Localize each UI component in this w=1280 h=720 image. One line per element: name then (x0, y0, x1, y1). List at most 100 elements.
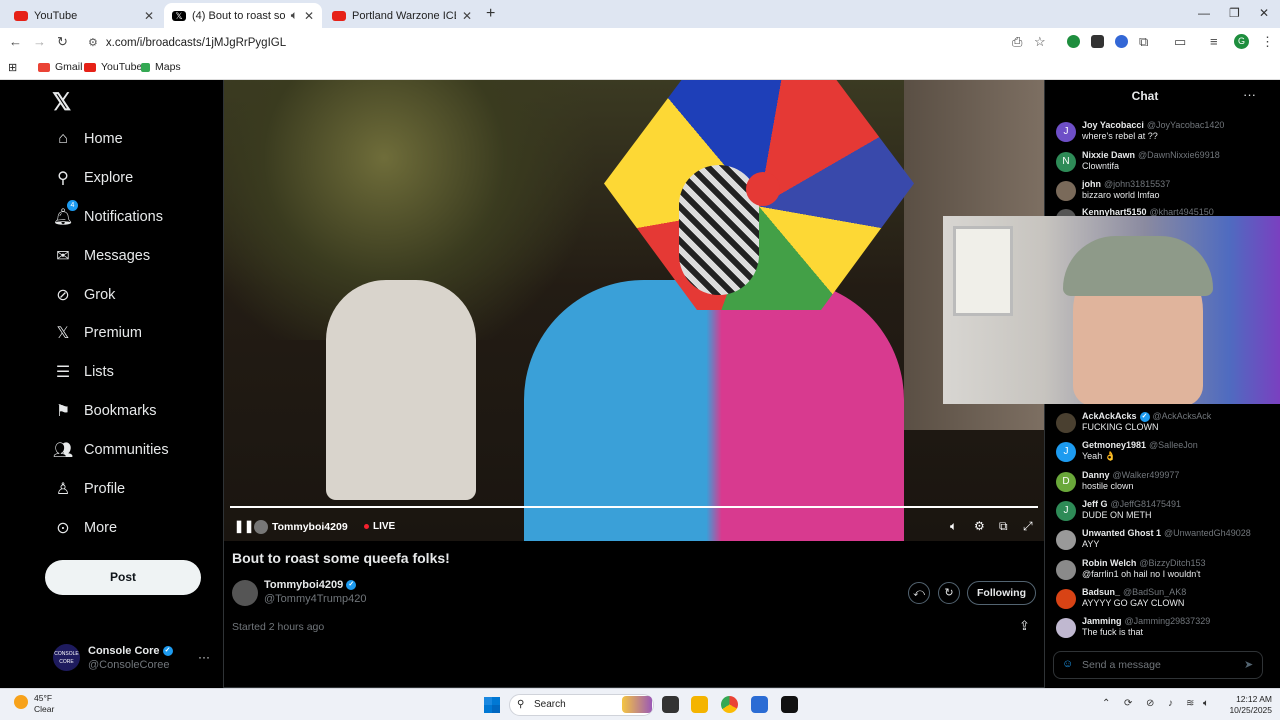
avatar[interactable]: J (1056, 442, 1076, 462)
tab-youtube[interactable]: YouTube ✕ (6, 3, 162, 28)
video-player[interactable]: ❚❚ Tommyboi4209 LIVE 🔈︎ ⚙ ⧉ ⤢ (224, 80, 1044, 541)
more-dots-icon[interactable]: ··· (198, 650, 210, 664)
chat-author[interactable]: Getmoney1981 @SalleeJon (1082, 440, 1198, 450)
sidebar-item-grok[interactable]: ⊘ Grok (54, 286, 115, 304)
avatar[interactable] (1056, 560, 1076, 580)
sidebar-item-messages[interactable]: ✉ Messages (54, 247, 150, 265)
file-explorer-icon[interactable] (691, 696, 708, 713)
tab-search-icon[interactable]: ≡ (1210, 34, 1218, 49)
bookmark-star-icon[interactable]: ☆ (1034, 34, 1046, 50)
extension-icon[interactable] (1091, 35, 1104, 48)
cast-icon[interactable]: ▭ (1174, 34, 1186, 50)
chat-author[interactable]: Robin Welch @BizzyDitch153 (1082, 558, 1206, 568)
chat-author[interactable]: Joy Yacobacci @JoyYacobac1420 (1082, 120, 1224, 130)
sidebar-item-bookmarks[interactable]: ⚑ Bookmarks (54, 402, 157, 420)
avatar[interactable]: J (1056, 501, 1076, 521)
send-icon[interactable]: ➤ (1244, 658, 1253, 671)
task-view-icon[interactable] (662, 696, 679, 713)
following-button[interactable]: Following (967, 581, 1036, 605)
new-tab-button[interactable]: + (486, 5, 495, 23)
video-progress-bar[interactable] (230, 506, 1038, 508)
close-icon[interactable]: ✕ (144, 9, 154, 23)
avatar[interactable] (1056, 181, 1076, 201)
extensions-puzzle-icon[interactable]: ⧉ (1139, 34, 1148, 50)
tray-app-icon[interactable]: ⟳ (1124, 698, 1132, 709)
reload-button[interactable]: ↻ (57, 34, 68, 50)
restore-button[interactable]: ❐ (1229, 6, 1240, 20)
sidebar-item-premium[interactable]: 𝕏 Premium (54, 324, 142, 342)
taskbar-widget-icon[interactable] (622, 696, 652, 713)
chrome-icon[interactable] (721, 696, 738, 713)
app-icon[interactable] (781, 696, 798, 713)
chat-author[interactable]: Jamming @Jamming29837329 (1082, 616, 1210, 626)
network-icon[interactable]: ⊘ (1146, 698, 1154, 709)
chat-author[interactable]: Danny @Walker499977 (1082, 470, 1179, 480)
clip-icon[interactable]: ⤺ (908, 582, 930, 604)
bookmark-youtube[interactable]: YouTube (84, 61, 142, 73)
forward-button[interactable]: → (33, 34, 46, 49)
back-button[interactable]: ← (9, 34, 22, 49)
chat-author[interactable]: AckAckAcks ✓ @AckAcksAck (1082, 411, 1211, 422)
chat-author[interactable]: john @john31815537 (1082, 179, 1170, 189)
avatar[interactable] (1056, 618, 1076, 638)
fullscreen-icon[interactable]: ⤢ (1023, 519, 1033, 534)
post-button[interactable]: Post (45, 560, 201, 595)
tab-portland[interactable]: Portland Warzone ICE Detention ✕ (324, 3, 480, 28)
pause-icon[interactable]: ❚❚ (234, 519, 254, 533)
chat-author[interactable]: Badsun_ @BadSun_AK8 (1082, 587, 1186, 597)
bookmark-maps[interactable]: Maps (141, 61, 181, 73)
url-bar[interactable]: ⚙ x.com/i/broadcasts/1jMJgRrPygIGL (80, 31, 1060, 54)
chrome-menu-icon[interactable]: ⋮ (1261, 34, 1274, 50)
chat-author[interactable]: Jeff G @JeffG81475491 (1082, 499, 1181, 509)
speaker-icon[interactable]: 🔈︎ (291, 8, 298, 23)
site-info-icon[interactable]: ⚙ (88, 36, 98, 49)
avatar[interactable] (1056, 413, 1076, 433)
account-switcher[interactable]: CONSOLE CORE Console Core ✓ @ConsoleCoree… (53, 644, 218, 674)
extension-icon[interactable] (1067, 35, 1080, 48)
extension-icon[interactable] (1115, 35, 1128, 48)
tab-x-broadcast[interactable]: 𝕏 (4) Bout to roast some queefa folks! 🔈… (164, 3, 322, 28)
avatar[interactable] (1056, 530, 1076, 550)
close-icon[interactable]: ✕ (304, 9, 314, 23)
sidebar-item-home[interactable]: ⌂ Home (54, 130, 123, 148)
share-icon[interactable]: ⇪ (1019, 618, 1030, 634)
minimize-button[interactable]: — (1198, 6, 1210, 20)
install-app-icon[interactable]: ⎙ (1012, 34, 1022, 50)
chat-more-icon[interactable]: ··· (1243, 87, 1256, 102)
sidebar-item-profile[interactable]: ♙ Profile (54, 480, 125, 498)
avatar[interactable]: J (1056, 122, 1076, 142)
tray-chevron-icon[interactable]: ⌃ (1102, 698, 1110, 709)
sidebar-item-notifications[interactable]: 🔔︎ 4 Notifications (53, 200, 163, 226)
avatar[interactable]: D (1056, 472, 1076, 492)
apps-grid-icon[interactable]: ⊞ (8, 61, 17, 74)
repost-icon[interactable]: ↻ (938, 582, 960, 604)
speaker-icon[interactable]: 🔈︎ (1203, 698, 1209, 709)
close-icon[interactable]: ✕ (462, 9, 472, 23)
avatar[interactable] (232, 580, 258, 606)
store-icon[interactable] (751, 696, 768, 713)
volume-icon[interactable]: 🔈︎ (950, 519, 957, 534)
chat-author[interactable]: Unwanted Ghost 1 @UnwantedGh49028 (1082, 528, 1251, 538)
chat-text: DUDE ON METH (1082, 510, 1152, 520)
bookmark-gmail[interactable]: Gmail (38, 61, 82, 73)
windows-start-icon[interactable] (484, 697, 500, 713)
chat-author[interactable]: Nixxie Dawn @DawnNixxie69918 (1082, 150, 1220, 160)
profile-avatar[interactable]: G (1234, 34, 1249, 49)
avatar[interactable]: N (1056, 152, 1076, 172)
sidebar-item-communities[interactable]: 👥︎ Communities (53, 441, 169, 459)
sidebar-item-lists[interactable]: ☰ Lists (54, 363, 114, 381)
dock-icon[interactable]: ⧉ (999, 519, 1008, 534)
settings-gear-icon[interactable]: ⚙ (974, 519, 985, 533)
wifi-icon[interactable]: ≋ (1186, 698, 1194, 709)
x-logo-icon[interactable]: 𝕏 (52, 88, 71, 117)
sidebar-item-explore[interactable]: ⚲ Explore (54, 169, 133, 187)
webcam-window-bg (953, 226, 1013, 316)
window-close-button[interactable]: ✕ (1259, 6, 1269, 20)
taskbar-clock[interactable]: 12:12 AM 10/25/2025 (1222, 694, 1272, 716)
emoji-icon[interactable]: ☺ (1062, 658, 1073, 670)
sidebar-item-more[interactable]: ⊙ More (54, 519, 117, 537)
host-name[interactable]: Tommyboi4209 ✓ (264, 579, 357, 591)
avatar[interactable] (1056, 589, 1076, 609)
microphone-icon[interactable]: ♪ (1168, 698, 1173, 709)
chat-message-input[interactable] (1082, 657, 1232, 673)
